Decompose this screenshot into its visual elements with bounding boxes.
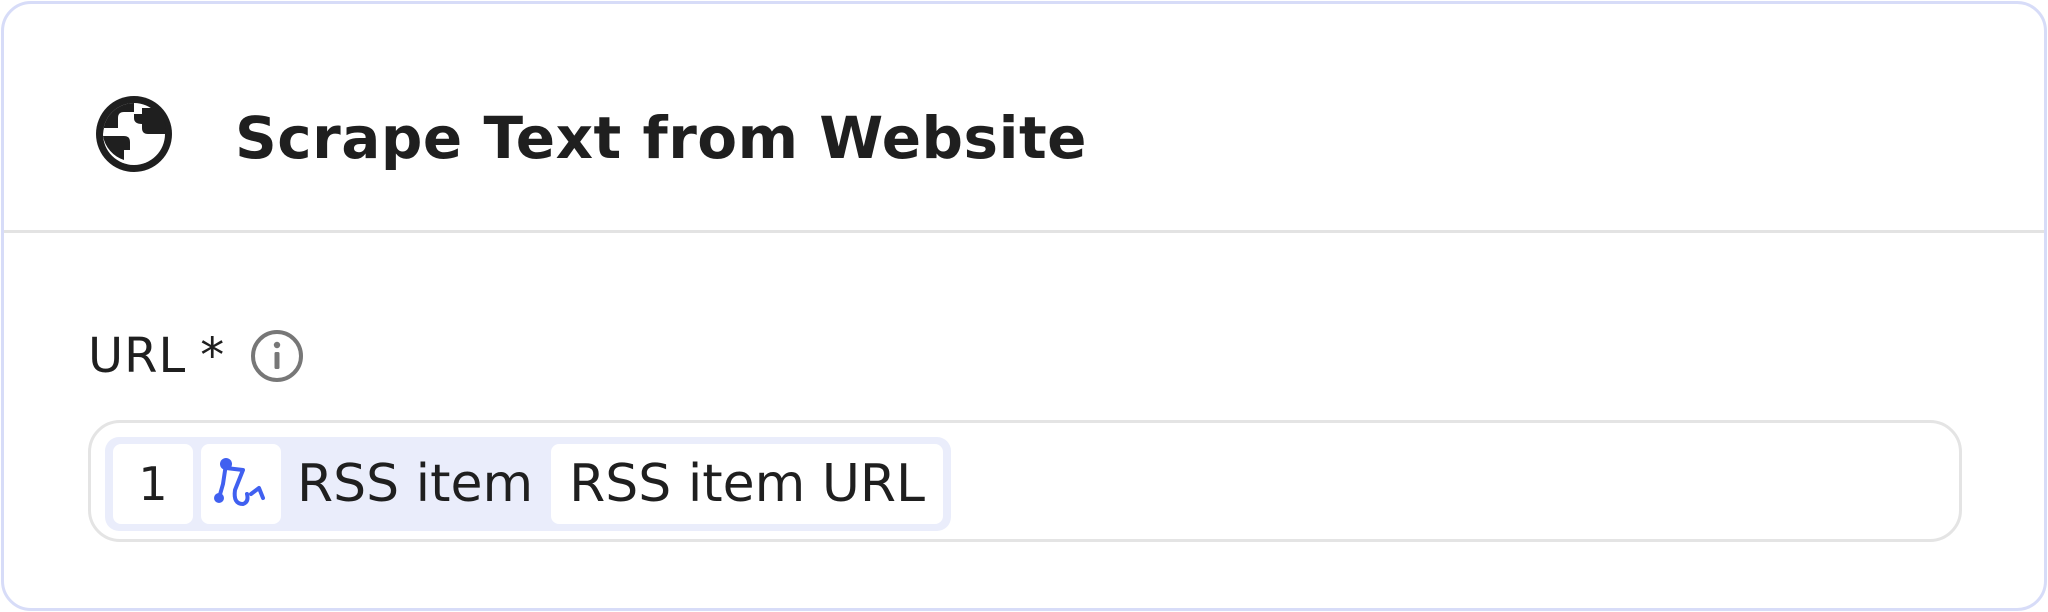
globe-icon (96, 96, 172, 172)
page-title: Scrape Text from Website (235, 104, 1088, 172)
url-field-label: URL (88, 328, 187, 384)
url-input[interactable]: 1 RSS item RSS item URL (88, 420, 1962, 542)
info-icon[interactable] (250, 329, 304, 383)
variable-token[interactable]: 1 RSS item RSS item URL (105, 437, 952, 531)
step-icon-box (201, 444, 281, 524)
card-header: Scrape Text from Website (4, 4, 2044, 233)
action-card: Scrape Text from Website URL * 1 RSS ite… (1, 1, 2047, 611)
required-mark: * (200, 328, 225, 384)
field-name-chip: RSS item URL (551, 444, 944, 524)
url-field-label-row: URL * (88, 322, 304, 390)
step-name: RSS item (297, 454, 534, 514)
step-number-badge: 1 (113, 444, 193, 524)
rss-branch-icon (214, 458, 265, 506)
